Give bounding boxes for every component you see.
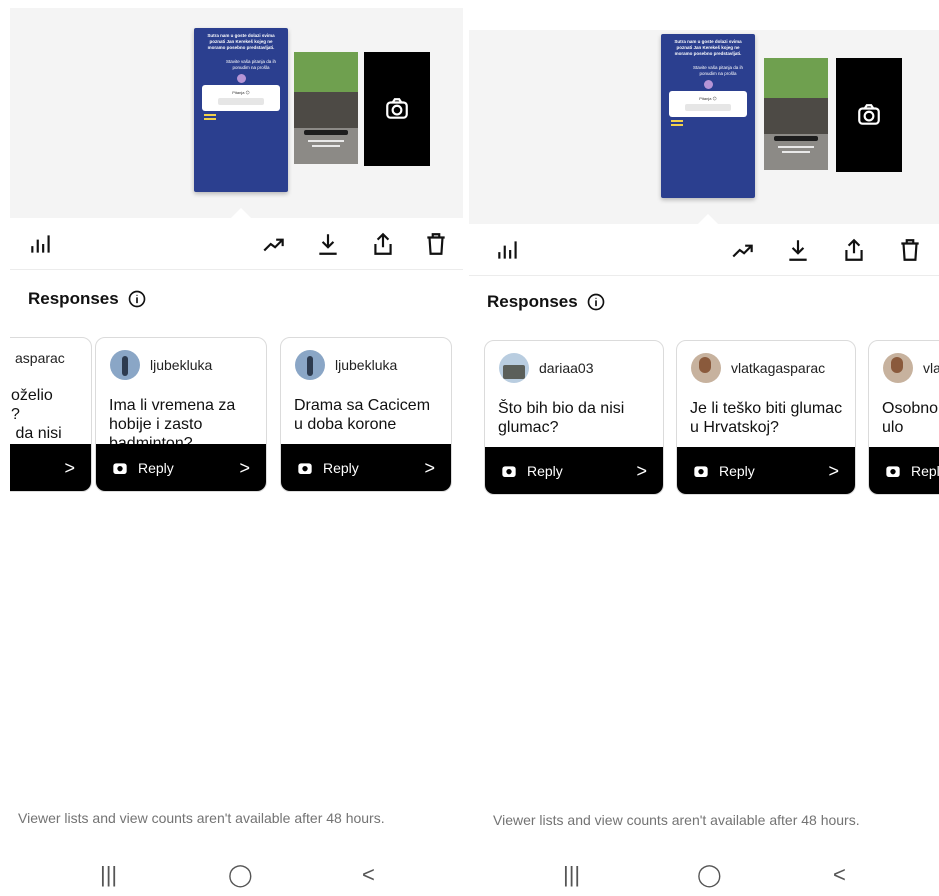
reply-button[interactable]: Reply > xyxy=(96,444,266,491)
avatar xyxy=(691,353,721,383)
reply-button[interactable]: Reply > xyxy=(677,447,855,494)
download-icon[interactable] xyxy=(785,237,811,263)
story-toolbar xyxy=(469,224,939,276)
story-preview-strip: Sutra nam u goste dolazi svima poznati J… xyxy=(10,8,463,218)
add-story-camera[interactable] xyxy=(836,58,902,172)
camera-icon xyxy=(858,104,880,125)
insights-icon[interactable] xyxy=(28,231,54,257)
story-sticker xyxy=(204,114,216,124)
camera-icon xyxy=(694,465,708,477)
camera-icon xyxy=(886,465,900,477)
story-text: Sutra nam u goste dolazi svima poznati J… xyxy=(674,39,742,56)
selection-notch xyxy=(231,208,251,218)
recent-apps-button[interactable]: ||| xyxy=(563,862,580,888)
story-text: Sutra nam u goste dolazi svima poznati J… xyxy=(207,33,275,50)
response-username: ljubekluka xyxy=(335,357,398,373)
response-question: Što bih bio da nisi glumac? xyxy=(498,400,625,436)
camera-icon xyxy=(113,462,127,474)
chevron-right-icon: > xyxy=(636,461,647,481)
info-icon[interactable] xyxy=(127,289,147,309)
response-username: dariaa03 xyxy=(539,360,594,376)
story-thumbnail-selected[interactable]: Sutra nam u goste dolazi svima poznati J… xyxy=(661,34,755,198)
story-thumbnail-selected[interactable]: Sutra nam u goste dolazi svima poznati J… xyxy=(194,28,288,192)
response-username: asparac xyxy=(15,350,65,366)
response-card[interactable]: ljubekluka Ima li vremena za hobije i za… xyxy=(95,337,267,492)
system-nav-bar: ||| ◯ < xyxy=(10,862,463,896)
camera-icon xyxy=(386,98,408,119)
reply-button[interactable]: Reply > xyxy=(485,447,663,494)
info-icon[interactable] xyxy=(586,292,606,312)
response-card[interactable]: dariaa03 Što bih bio da nisi glumac? Rep… xyxy=(484,340,664,495)
responses-title: Responses xyxy=(28,289,119,308)
responses-header: Responses xyxy=(487,292,606,312)
responses-header: Responses xyxy=(28,289,147,309)
question-sticker: Pitanja 😊 xyxy=(669,91,747,117)
response-card[interactable]: asparac oželio ? da nisi ? > xyxy=(10,337,92,492)
response-card[interactable]: vla Osobno predsta imao ulo Reply xyxy=(868,340,939,495)
avatar xyxy=(110,350,140,380)
chevron-right-icon: > xyxy=(828,461,839,481)
response-question: Je li teško biti glumac u Hrvatskoj? xyxy=(690,400,843,436)
response-username: vlatkagasparac xyxy=(731,360,826,376)
delete-icon[interactable] xyxy=(897,237,923,263)
add-story-camera[interactable] xyxy=(364,52,430,166)
camera-icon xyxy=(502,465,516,477)
story-thumbnail-photo[interactable] xyxy=(764,58,828,170)
home-button[interactable]: ◯ xyxy=(228,862,253,888)
home-button[interactable]: ◯ xyxy=(697,862,722,888)
story-preview-strip: Sutra nam u goste dolazi svima poznati J… xyxy=(469,30,939,224)
selection-notch xyxy=(698,214,718,224)
story-text-secondary: Stavite vaša pitanja da ih ponudim na pr… xyxy=(692,65,744,76)
delete-icon[interactable] xyxy=(423,231,449,257)
back-button[interactable]: < xyxy=(833,862,846,888)
response-username: ljubekluka xyxy=(150,357,213,373)
viewer-notice: Viewer lists and view counts aren't avai… xyxy=(493,812,860,828)
reply-button[interactable]: Reply > xyxy=(281,444,451,491)
response-username: vla xyxy=(923,360,939,376)
trending-icon[interactable] xyxy=(730,237,756,263)
story-avatar xyxy=(236,74,246,83)
chevron-right-icon: > xyxy=(64,458,75,478)
viewer-notice: Viewer lists and view counts aren't avai… xyxy=(18,810,385,826)
reply-button[interactable]: Reply xyxy=(869,447,939,494)
response-question: Osobno predsta imao ulo xyxy=(882,400,939,436)
story-text-secondary: Stavite vaša pitanja da ih ponudim na pr… xyxy=(225,59,277,70)
avatar xyxy=(883,353,913,383)
response-question: Drama sa Cacicem u doba korone xyxy=(294,397,431,433)
camera-icon xyxy=(298,462,312,474)
trending-icon[interactable] xyxy=(261,231,287,257)
insights-icon[interactable] xyxy=(495,237,521,263)
recent-apps-button[interactable]: ||| xyxy=(100,862,117,888)
share-icon[interactable] xyxy=(370,231,396,257)
reply-button[interactable]: > xyxy=(10,444,91,491)
responses-title: Responses xyxy=(487,292,578,311)
question-sticker: Pitanja 😊 xyxy=(202,85,280,111)
story-avatar xyxy=(703,80,713,89)
story-toolbar xyxy=(10,218,463,270)
story-thumbnail-photo[interactable] xyxy=(294,52,358,164)
story-sticker xyxy=(671,120,683,130)
share-icon[interactable] xyxy=(841,237,867,263)
left-screen: Sutra nam u goste dolazi svima poznati J… xyxy=(10,0,463,896)
system-nav-bar: ||| ◯ < xyxy=(469,862,939,896)
avatar xyxy=(295,350,325,380)
chevron-right-icon: > xyxy=(424,458,435,478)
download-icon[interactable] xyxy=(315,231,341,257)
chevron-right-icon: > xyxy=(239,458,250,478)
right-screen: Sutra nam u goste dolazi svima poznati J… xyxy=(469,0,939,896)
response-card[interactable]: vlatkagasparac Je li teško biti glumac u… xyxy=(676,340,856,495)
back-button[interactable]: < xyxy=(362,862,375,888)
response-card[interactable]: ljubekluka Drama sa Cacicem u doba koron… xyxy=(280,337,452,492)
avatar xyxy=(499,353,529,383)
